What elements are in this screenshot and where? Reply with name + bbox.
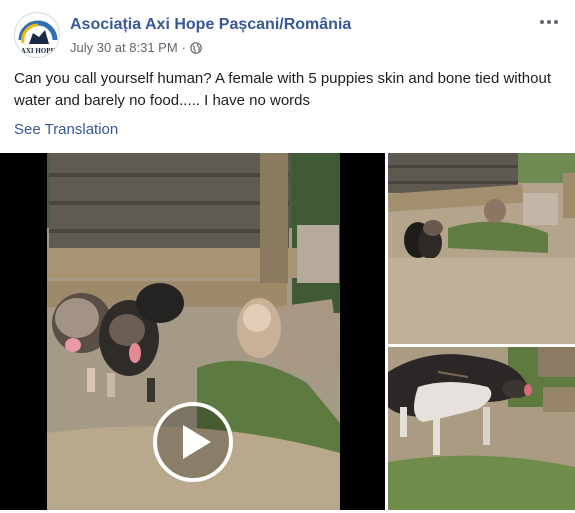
globe-icon[interactable] (190, 41, 202, 54)
photo-thumbnail-puppies[interactable] (388, 153, 575, 344)
axi-hope-logo-icon: AXI HOPE (16, 14, 59, 57)
play-icon (183, 425, 211, 459)
see-translation-link[interactable]: See Translation (14, 121, 118, 138)
more-options-icon (554, 20, 558, 24)
post-text: Can you call yourself human? A female wi… (14, 70, 551, 109)
post-header: AXI HOPE Asociația Axi Hope Pașcani/Româ… (0, 0, 575, 66)
avatar-text: AXI HOPE (21, 47, 56, 55)
post-media (0, 153, 575, 513)
author-name[interactable]: Asociația Axi Hope Pașcani/România (70, 16, 351, 34)
more-options-icon (540, 20, 544, 24)
more-options-icon (547, 20, 551, 24)
page-avatar[interactable]: AXI HOPE (14, 12, 60, 58)
more-options-button[interactable] (537, 12, 561, 32)
photo-thumbnail-chained-dog[interactable] (388, 347, 575, 510)
play-button[interactable] (153, 402, 233, 482)
puppies-by-doghouse-photo (388, 153, 575, 344)
meta-separator: · (181, 40, 187, 55)
post-timestamp[interactable]: July 30 at 8:31 PM (70, 40, 178, 55)
chained-dog-photo (388, 347, 575, 510)
video-player[interactable] (0, 153, 385, 510)
post-meta: July 30 at 8:31 PM · (70, 40, 202, 55)
